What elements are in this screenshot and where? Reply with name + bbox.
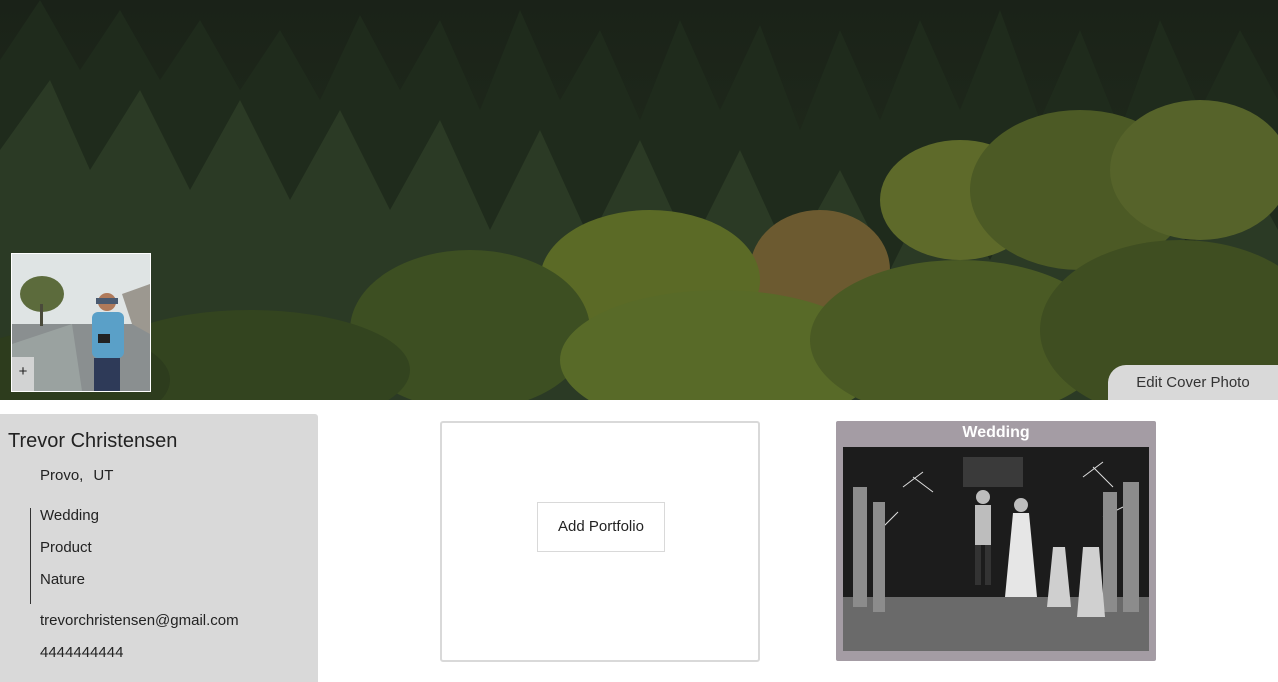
specialty-item: Product — [40, 539, 92, 556]
cover-photo: Edit Cover Photo — [0, 0, 1278, 400]
phone: 4444444444 — [40, 644, 124, 661]
email: trevorchristensen@gmail.com — [40, 612, 239, 629]
add-portfolio-card: Add Portfolio — [440, 421, 760, 662]
add-portfolio-button[interactable]: Add Portfolio — [537, 502, 665, 552]
location-state: UT — [93, 467, 114, 484]
profile-name: Trevor Christensen — [8, 430, 178, 452]
profile-card: Trevor Christensen Provo, UT Wedding Prod… — [0, 414, 318, 682]
avatar[interactable]: + — [11, 253, 151, 392]
location-city: Provo, — [40, 467, 84, 484]
edit-cover-photo-button[interactable]: Edit Cover Photo — [1108, 365, 1278, 400]
specialty-list: Wedding Product Nature — [30, 508, 99, 604]
add-avatar-button[interactable]: + — [12, 357, 34, 391]
location: Provo, UT — [40, 467, 113, 484]
portfolio-thumbnail — [843, 447, 1149, 651]
specialty-item: Nature — [40, 571, 86, 588]
specialty-item: Wedding — [40, 507, 99, 524]
portfolio-title: Wedding — [962, 424, 1030, 441]
portfolio-card-wedding[interactable]: Wedding — [836, 421, 1156, 661]
